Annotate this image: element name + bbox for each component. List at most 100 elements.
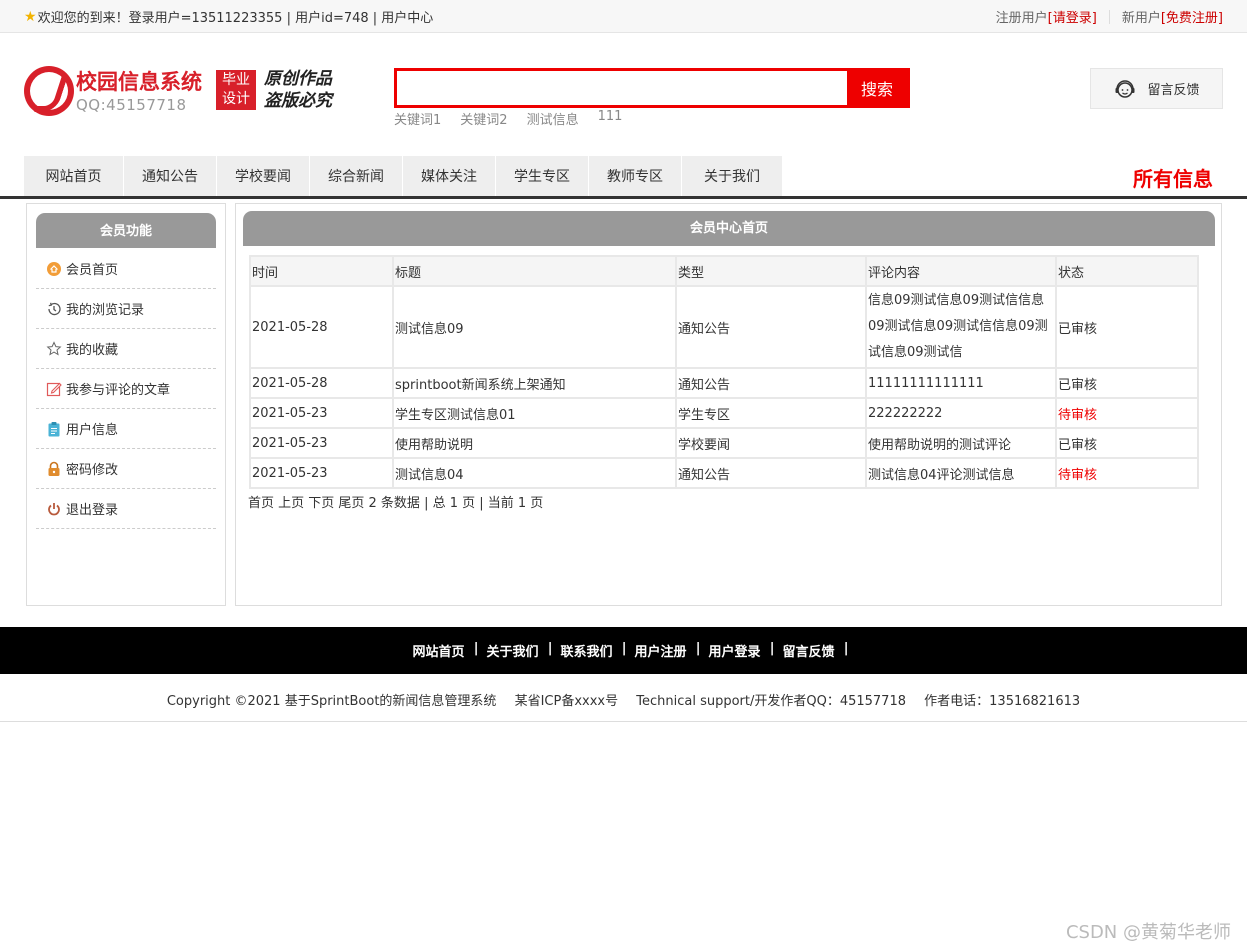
cell-comment: 信息09测试信息09测试信信息09测试信息09测试信信息09测试信息09测试信: [867, 287, 1055, 367]
home-icon: [46, 261, 62, 277]
hot-keywords: 关键词1 关键词2 测试信息 111: [394, 109, 622, 128]
search-button[interactable]: 搜索: [847, 71, 907, 105]
sidebar-item-label: 用户信息: [66, 423, 119, 438]
column-header: 状态: [1057, 257, 1197, 285]
site-qq: QQ:45157718: [76, 96, 187, 114]
nav-item-media[interactable]: 媒体关注: [403, 156, 496, 196]
cell-time: 2021-05-23: [251, 429, 392, 457]
cell-time: 2021-05-28: [251, 369, 392, 397]
sidebar-item-change-password[interactable]: 密码修改: [36, 449, 216, 489]
welcome-area: ★ 欢迎您的到来！登录用户=13511223355 | 用户id=748 | 用…: [24, 7, 434, 27]
site-title[interactable]: 校园信息系统: [76, 66, 202, 96]
cell-type: 通知公告: [677, 287, 865, 367]
support-text: Technical support/开发作者QQ：45157718: [636, 694, 907, 709]
table-row: 2021-05-28 测试信息09 通知公告 信息09测试信息09测试信信息09…: [251, 287, 1197, 367]
registered-label: 注册用户: [995, 11, 1048, 26]
cell-title-link[interactable]: 测试信息09: [394, 287, 675, 367]
footer-link-login[interactable]: 用户登录: [698, 641, 775, 660]
footer-link-about[interactable]: 关于我们: [475, 641, 552, 660]
column-header: 类型: [677, 257, 865, 285]
footer-link-register[interactable]: 用户注册: [624, 641, 701, 660]
nav-item-notice[interactable]: 通知公告: [124, 156, 217, 196]
sidebar-item-logout[interactable]: 退出登录: [36, 489, 216, 529]
star-icon: ★: [24, 8, 37, 25]
icp-text: 某省ICP备xxxx号: [514, 694, 619, 709]
slogan-line-1: 原创作品: [264, 69, 332, 89]
cell-comment: 11111111111111: [867, 369, 1055, 397]
login-link[interactable]: [请登录]: [1048, 7, 1097, 26]
cell-comment: 222222222: [867, 399, 1055, 427]
cell-time: 2021-05-28: [251, 287, 392, 367]
table-row: 2021-05-23 学生专区测试信息01 学生专区 222222222 待审核: [251, 399, 1197, 427]
nav-item-general-news[interactable]: 综合新闻: [310, 156, 403, 196]
cell-type: 学校要闻: [677, 429, 865, 457]
sidebar-item-label: 退出登录: [66, 503, 119, 518]
main-nav: 网站首页 通知公告 学校要闻 综合新闻 媒体关注 学生专区 教师专区 关于我们: [24, 156, 783, 196]
keyword-link[interactable]: 关键词1: [394, 109, 441, 128]
edit-icon: [46, 381, 62, 397]
cell-comment: 测试信息04评论测试信息: [867, 459, 1055, 487]
nav-divider: [0, 196, 1247, 199]
cell-status: 已审核: [1057, 287, 1197, 367]
search-box: 搜索: [394, 68, 910, 108]
pagination[interactable]: 首页 上页 下页 尾页 2 条数据 | 总 1 页 | 当前 1 页: [248, 492, 543, 511]
sidebar-item-label: 我参与评论的文章: [66, 383, 171, 398]
column-header: 标题: [394, 257, 675, 285]
nav-item-teachers[interactable]: 教师专区: [589, 156, 682, 196]
history-icon: [46, 301, 62, 317]
table-row: 2021-05-23 使用帮助说明 学校要闻 使用帮助说明的测试评论 已审核: [251, 429, 1197, 457]
cell-type: 学生专区: [677, 399, 865, 427]
badge-line-2: 设计: [222, 91, 250, 107]
slogan: 原创作品 盗版必究: [264, 68, 332, 112]
footer-link-home[interactable]: 网站首页: [401, 641, 478, 660]
nav-item-school-news[interactable]: 学校要闻: [217, 156, 310, 196]
divider: [1108, 9, 1110, 24]
cell-title-link[interactable]: sprintboot新闻系统上架通知: [394, 369, 675, 397]
phone-text: 作者电话：13516821613: [924, 694, 1081, 709]
table-row: 2021-05-23 测试信息04 通知公告 测试信息04评论测试信息 待审核: [251, 459, 1197, 487]
sidebar-item-my-comments[interactable]: 我参与评论的文章: [36, 369, 216, 409]
new-user-label: 新用户: [1121, 11, 1161, 26]
graduation-badge: 毕业 设计: [216, 70, 256, 110]
nav-item-home[interactable]: 网站首页: [24, 156, 124, 196]
clipboard-icon: [46, 421, 62, 437]
main-title: 会员中心首页: [243, 211, 1215, 246]
sidebar-item-member-home[interactable]: 会员首页: [36, 249, 216, 289]
sidebar-item-favorites[interactable]: 我的收藏: [36, 329, 216, 369]
nav-item-students[interactable]: 学生专区: [496, 156, 589, 196]
sidebar-item-label: 密码修改: [66, 463, 119, 478]
cell-title-link[interactable]: 学生专区测试信息01: [394, 399, 675, 427]
copyright-text: Copyright ©2021 基于SprintBoot的新闻信息管理系统: [166, 694, 497, 709]
slogan-line-2: 盗版必究: [264, 91, 332, 111]
logo-icon[interactable]: [24, 66, 74, 116]
register-link[interactable]: [免费注册]: [1161, 7, 1223, 26]
power-icon: [46, 501, 62, 517]
sidebar-title: 会员功能: [36, 213, 216, 248]
all-info-link[interactable]: 所有信息: [1133, 163, 1213, 192]
member-sidebar: 会员功能 会员首页 我的浏览记录 我的收藏 我参与评论的文章 用户信息 密码修改: [26, 203, 226, 606]
feedback-button[interactable]: 留言反馈: [1090, 68, 1223, 109]
sidebar-item-user-info[interactable]: 用户信息: [36, 409, 216, 449]
customer-service-icon: [1115, 79, 1135, 98]
badge-line-1: 毕业: [222, 72, 250, 88]
keyword-link[interactable]: 关键词2: [460, 109, 507, 128]
cell-status: 待审核: [1057, 399, 1197, 427]
keyword-link[interactable]: 测试信息: [527, 109, 579, 128]
cell-title-link[interactable]: 使用帮助说明: [394, 429, 675, 457]
column-header: 时间: [251, 257, 392, 285]
search-input[interactable]: [397, 71, 847, 105]
welcome-text[interactable]: 欢迎您的到来！登录用户=13511223355 | 用户id=748 | 用户中…: [38, 7, 434, 26]
cell-status: 待审核: [1057, 459, 1197, 487]
footer-divider: [0, 721, 1247, 722]
table-row: 2021-05-28 sprintboot新闻系统上架通知 通知公告 11111…: [251, 369, 1197, 397]
cell-title-link[interactable]: 测试信息04: [394, 459, 675, 487]
cell-status: 已审核: [1057, 429, 1197, 457]
footer-link-feedback[interactable]: 留言反馈: [772, 641, 849, 660]
footer-link-contact[interactable]: 联系我们: [549, 641, 626, 660]
sidebar-item-history[interactable]: 我的浏览记录: [36, 289, 216, 329]
keyword-link[interactable]: 111: [598, 109, 623, 128]
account-links: 注册用户 [请登录] 新用户 [免费注册]: [996, 7, 1223, 26]
star-icon: [46, 340, 62, 357]
cell-status: 已审核: [1057, 369, 1197, 397]
nav-item-about[interactable]: 关于我们: [682, 156, 783, 196]
